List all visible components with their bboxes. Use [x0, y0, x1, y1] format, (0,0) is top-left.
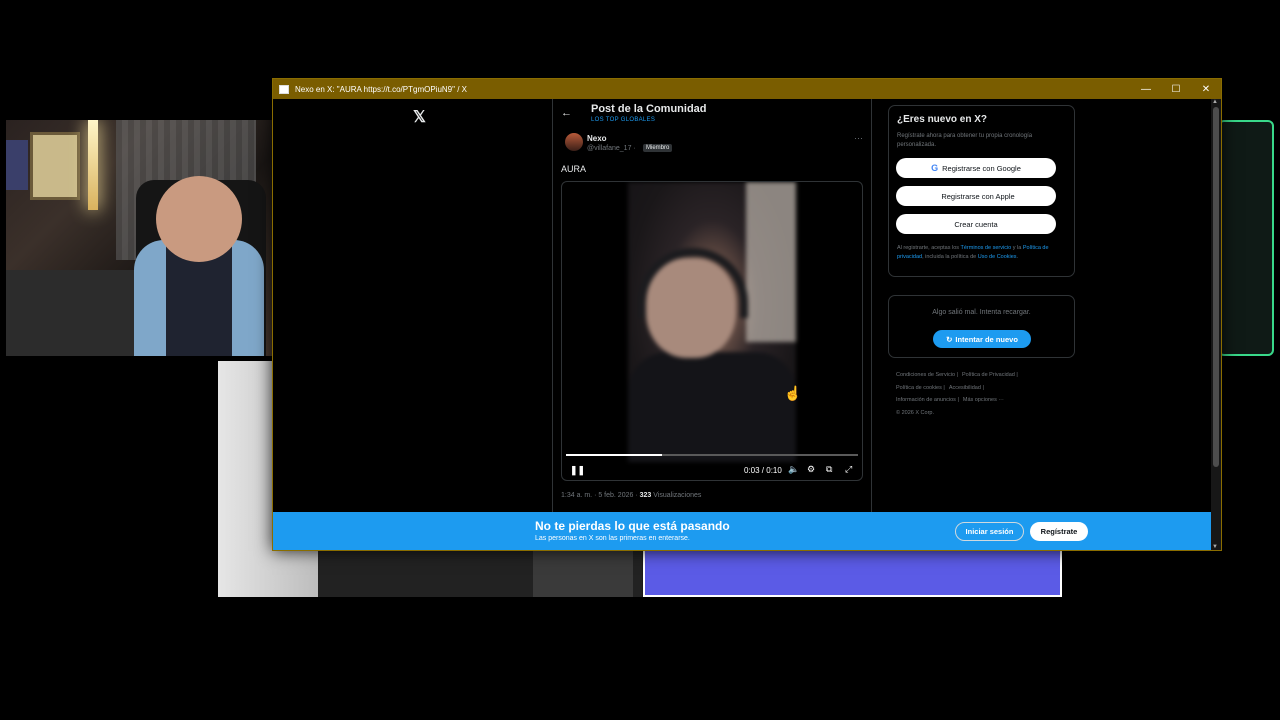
signup-description: Regístrate ahora para obtener tu propia … [897, 133, 1033, 148]
cookies-link[interactable]: Uso de Cookies [978, 254, 1017, 260]
webcam-overlay [6, 120, 272, 356]
video-frame [628, 182, 796, 462]
views-count: 323 [639, 492, 652, 499]
footer-terms-link[interactable]: Condiciones de Servicio | [896, 372, 958, 378]
window-app-icon [279, 84, 289, 94]
scroll-up-icon[interactable]: ▲ [1212, 99, 1218, 105]
author-name[interactable]: Nexo [587, 134, 607, 143]
streamer-head [156, 176, 242, 262]
scrollbar[interactable]: ▲ ▼ [1211, 99, 1221, 550]
author-handle[interactable]: @villafane_17 · [587, 145, 636, 152]
background-desk-area [533, 551, 633, 597]
login-banner: No te pierdas lo que está pasando Las pe… [273, 512, 1211, 550]
apple-signup-label: Registrarse con Apple [941, 191, 1015, 201]
footer-privacy-link[interactable]: Política de Privacidad | [962, 372, 1018, 378]
retry-button[interactable]: ↻ Intentar de nuevo [933, 330, 1031, 348]
video-player[interactable]: ☝ ❚❚ 0:03 / 0:10 🔈 ⚙ ⧉ ⤢ [561, 181, 863, 481]
window-title: Nexo en X: "AURA https://t.co/PTgmOPiuN9… [295, 84, 467, 94]
back-arrow-icon[interactable]: ← [561, 107, 572, 119]
footer-accessibility-link[interactable]: Accesibilidad | [949, 385, 984, 391]
footer-cookies-link[interactable]: Política de cookies | [896, 385, 945, 391]
signup-title: ¿Eres nuevo en X? [897, 114, 988, 125]
maximize-button[interactable]: ☐ [1161, 79, 1191, 99]
video-progress-bar[interactable] [566, 454, 858, 456]
apple-signup-button[interactable]: Registrarse con Apple [896, 186, 1056, 206]
window-controls: — ☐ ✕ [1131, 79, 1221, 99]
signup-legal: Al registrarte, aceptas los Términos de … [897, 244, 1067, 261]
sofa [6, 270, 136, 356]
banner-subtitle: Las personas en X son las primeras en en… [535, 535, 690, 542]
fullscreen-icon[interactable]: ⤢ [845, 464, 852, 475]
video-person-body [628, 352, 796, 462]
title-bar[interactable]: Nexo en X: "AURA https://t.co/PTgmOPiuN9… [273, 79, 1221, 99]
background-blue-panel [643, 549, 1062, 597]
register-button[interactable]: Regístrate [1030, 522, 1088, 541]
views-label: Visualizaciones [653, 492, 702, 499]
retry-label: Intentar de nuevo [955, 334, 1018, 344]
more-options-icon[interactable]: ··· [854, 133, 863, 143]
video-headphones [638, 248, 748, 318]
legal-text: y la [1011, 245, 1023, 251]
login-button[interactable]: Iniciar sesión [955, 522, 1024, 541]
close-button[interactable]: ✕ [1191, 79, 1221, 99]
legal-text: , incluida la política de [922, 253, 978, 260]
main-column: ← Post de la Comunidad LOS TOP GLOBALES … [552, 99, 872, 550]
video-progress-fill [566, 454, 663, 456]
community-link[interactable]: LOS TOP GLOBALES [591, 117, 655, 123]
browser-window: Nexo en X: "AURA https://t.co/PTgmOPiuN9… [272, 78, 1222, 551]
legal-text: Al registrarte, aceptas los [897, 245, 961, 251]
google-icon: G [931, 163, 939, 173]
post-timestamp[interactable]: 1:34 a. m. · 5 feb. 2026 · [561, 492, 638, 499]
post-meta: 1:34 a. m. · 5 feb. 2026 · 323 Visualiza… [561, 492, 701, 499]
scroll-down-icon[interactable]: ▼ [1212, 544, 1218, 550]
error-message: Algo salió mal. Intenta recargar. [932, 309, 1031, 316]
footer-ads-link[interactable]: Información de anuncios | [896, 397, 959, 403]
page-content: 𝕏 ← Post de la Comunidad LOS TOP GLOBALE… [273, 99, 1221, 550]
video-time: 0:03 / 0:10 [744, 466, 782, 475]
pip-icon[interactable]: ⧉ [826, 464, 832, 475]
video-wall [746, 182, 796, 342]
footer-links: Condiciones de Servicio | Política de Pri… [896, 369, 1066, 419]
footer-more-link[interactable]: Más opciones ··· [963, 397, 1004, 403]
author-avatar[interactable] [565, 133, 583, 151]
wall-poster [30, 132, 80, 200]
hand-cursor-icon: ☝ [784, 385, 802, 401]
footer-copyright: © 2026 X Corp. [896, 409, 934, 416]
error-card: Algo salió mal. Intenta recargar. ↻ Inte… [888, 295, 1075, 358]
led-lamp [88, 120, 98, 210]
google-signup-label: Registrarse con Google [942, 163, 1021, 173]
terms-link[interactable]: Términos de servicio [960, 245, 1011, 251]
post-text: AURA [561, 164, 587, 174]
google-signup-button[interactable]: G Registrarse con Google [896, 158, 1056, 178]
minimize-button[interactable]: — [1131, 79, 1161, 99]
create-account-button[interactable]: Crear cuenta [896, 214, 1056, 234]
wall-poster [6, 140, 28, 190]
x-logo-icon[interactable]: 𝕏 [413, 107, 426, 127]
banner-title: No te pierdas lo que está pasando [535, 519, 730, 533]
member-badge: Miembro [643, 144, 673, 152]
settings-icon[interactable]: ⚙ [807, 464, 815, 475]
background-green-frame [1218, 120, 1274, 356]
page-title: Post de la Comunidad [591, 103, 707, 115]
legal-text: . [1016, 253, 1019, 260]
refresh-icon: ↻ [946, 334, 953, 344]
scroll-thumb[interactable] [1213, 107, 1219, 467]
volume-icon[interactable]: 🔈 [788, 464, 799, 475]
signup-card: ¿Eres nuevo en X? Regístrate ahora para … [888, 105, 1075, 277]
pause-icon[interactable]: ❚❚ [570, 465, 585, 476]
